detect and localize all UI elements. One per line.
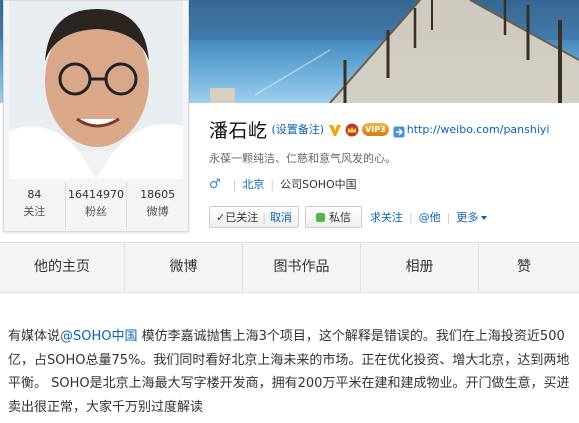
unfollow-link[interactable]: 取消: [270, 209, 292, 225]
stats-bar: 84 关注 16414970 粉丝 18605 微博: [4, 182, 188, 228]
male-icon: ♂: [209, 176, 221, 192]
profile-actions: ✓已关注 | 取消 私信 求关注 | @他 | 更多: [209, 206, 488, 228]
followed-label: ✓已关注: [216, 211, 259, 224]
action-separator: |: [446, 210, 451, 224]
profile-meta: ♂ | 北京 | 公司SOHO中国: [209, 176, 579, 192]
location-link[interactable]: 北京: [242, 176, 264, 192]
vip-badge[interactable]: VIP3: [362, 122, 389, 136]
stat-following-count: 84: [27, 188, 42, 201]
stat-followers-count: 16414970: [68, 188, 124, 201]
message-label: 私信: [328, 211, 351, 224]
tab-albums[interactable]: 相册: [361, 243, 479, 292]
name-row: 潘石屹 (设置备注) VIP3 http://weibo.com/panshiy…: [209, 116, 579, 142]
chevron-down-icon: [481, 216, 488, 220]
mention-him-link[interactable]: @他: [419, 209, 441, 225]
button-divider: |: [262, 210, 266, 224]
link-icon: [393, 123, 405, 138]
stat-posts-count: 18605: [140, 188, 176, 201]
stat-following-label: 关注: [23, 205, 46, 218]
company-info: 公司SOHO中国: [280, 178, 357, 191]
avatar-card: 84 关注 16414970 粉丝 18605 微博: [3, 0, 189, 232]
action-separator: |: [408, 210, 413, 224]
post-text: 有媒体说@SOHO中国 模仿李嘉诚抛售上海3个项目，这个解释是错误的。我们在上海…: [8, 325, 573, 419]
profile-info: 潘石屹 (设置备注) VIP3 http://weibo.com/panshiy…: [209, 116, 579, 192]
tab-home[interactable]: 他的主页: [0, 243, 125, 292]
tab-books[interactable]: 图书作品: [243, 243, 361, 292]
profile-bio: 永葆一颗纯洁、仁慈和意气风发的心。: [209, 152, 396, 165]
avatar-photo: [9, 1, 183, 179]
profile-name: 潘石屹: [209, 119, 268, 142]
avatar[interactable]: [9, 1, 183, 179]
verified-v-icon[interactable]: [328, 122, 342, 136]
crown-icon[interactable]: [344, 122, 360, 137]
meta-separator: |: [232, 177, 237, 191]
tab-likes[interactable]: 赞: [479, 243, 569, 292]
post-prefix: 有媒体说: [8, 329, 61, 344]
stat-followers-label: 粉丝: [85, 205, 107, 218]
meta-separator: |: [270, 177, 275, 191]
profile-tabs: 他的主页 微博 图书作品 相册 赞: [0, 242, 579, 293]
more-label: 更多: [456, 211, 479, 224]
set-remark-link[interactable]: (设置备注): [272, 121, 325, 137]
profile-url[interactable]: http://weibo.com/panshiyi: [407, 123, 550, 136]
stat-followers[interactable]: 16414970 粉丝: [66, 182, 128, 228]
stat-following[interactable]: 84 关注: [4, 182, 66, 228]
more-dropdown[interactable]: 更多: [456, 209, 488, 225]
stat-posts-label: 微博: [146, 205, 169, 218]
post-mention-link[interactable]: @SOHO中国: [60, 329, 138, 344]
followed-button[interactable]: ✓已关注 | 取消: [209, 206, 299, 228]
tab-weibo[interactable]: 微博: [125, 243, 243, 292]
stat-posts[interactable]: 18605 微博: [127, 182, 188, 228]
message-icon: [315, 212, 325, 222]
ask-follow-link[interactable]: 求关注: [370, 209, 403, 225]
message-button[interactable]: 私信: [304, 206, 362, 228]
